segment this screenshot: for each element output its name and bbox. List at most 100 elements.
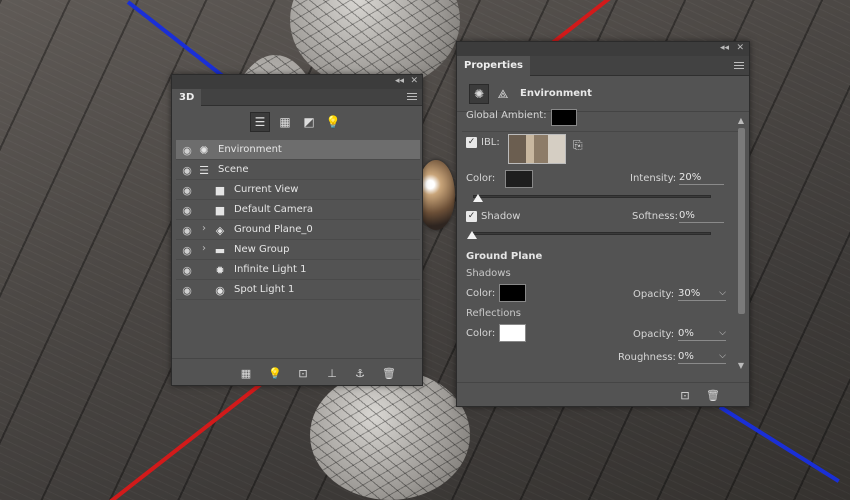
folder-icon: ▬: [214, 243, 226, 257]
shadows-opacity-label: Opacity:: [633, 289, 675, 300]
layer-label: Environment: [218, 144, 282, 155]
layer-label: New Group: [234, 244, 290, 255]
intensity-field[interactable]: 20%: [679, 172, 724, 185]
layer-row[interactable]: ◉ ☰ Scene: [176, 160, 420, 180]
properties-bottom-bar: ⊡ 🗑: [457, 382, 749, 406]
materials-filter-icon[interactable]: ◩: [299, 112, 319, 132]
add-mesh-icon[interactable]: ▦: [238, 365, 254, 381]
environment-icon: ✺: [199, 143, 209, 157]
visibility-eye-icon[interactable]: ◉: [178, 280, 196, 300]
roughness-value: 0%: [678, 351, 694, 362]
chevron-down-icon: ⌵: [719, 351, 726, 361]
global-ambient-swatch[interactable]: [551, 109, 577, 126]
scroll-down-icon[interactable]: ▼: [736, 361, 746, 370]
visibility-eye-icon[interactable]: ◉: [178, 220, 196, 240]
tab-3d[interactable]: 3D: [172, 89, 202, 106]
3d-panel-titlebar[interactable]: ◂◂ ✕: [172, 75, 422, 89]
chevron-down-icon: ⌵: [719, 328, 726, 338]
reflections-opacity-dropdown[interactable]: 0% ⌵: [678, 328, 726, 341]
whole-scene-filter-icon[interactable]: ☰: [250, 112, 270, 132]
expand-chevron-icon[interactable]: ›: [202, 243, 206, 254]
ibl-label: IBL:: [481, 137, 500, 148]
blue-axis-line-lower: [718, 405, 840, 483]
3d-panel: ◂◂ ✕ 3D ☰ ▦ ◩ 💡 ◉ ✺ Environment ◉ ☰ Scene ◉ ■ Cu…: [171, 74, 423, 386]
visibility-eye-icon[interactable]: ◉: [178, 200, 196, 220]
trash-icon[interactable]: 🗑: [705, 387, 721, 403]
layer-row[interactable]: ◉ ◉ Spot Light 1: [176, 280, 420, 300]
section-title: Environment: [520, 88, 592, 99]
visibility-eye-icon[interactable]: ◉: [178, 140, 196, 160]
properties-scrollbar[interactable]: ▲ ▼: [736, 116, 746, 374]
edit-texture-icon[interactable]: ⎘: [573, 138, 583, 153]
shadow-checkbox[interactable]: ✓: [466, 211, 477, 222]
red-axis-line-lower: [108, 377, 269, 500]
ibl-color-swatch[interactable]: [505, 170, 533, 188]
shadows-color-label: Color:: [466, 288, 496, 299]
panel-menu-icon[interactable]: [734, 62, 744, 70]
collapse-icon[interactable]: ◂◂: [395, 76, 404, 86]
add-light-icon[interactable]: 💡: [267, 365, 283, 381]
intensity-slider-thumb[interactable]: [472, 194, 483, 202]
shadows-opacity-dropdown[interactable]: 30% ⌵: [678, 288, 726, 301]
visibility-eye-icon[interactable]: ◉: [178, 180, 196, 200]
layer-row[interactable]: ◉ › ◈ Ground Plane_0: [176, 220, 420, 240]
collapse-icon[interactable]: ◂◂: [720, 43, 729, 53]
visibility-eye-icon[interactable]: ◉: [178, 260, 196, 280]
constraint-icon[interactable]: ⚓: [352, 365, 368, 381]
layer-row[interactable]: ◉ ■ Default Camera: [176, 200, 420, 220]
properties-titlebar[interactable]: ◂◂ ✕: [457, 42, 749, 56]
shadows-color-swatch[interactable]: [499, 284, 526, 302]
ibl-color-label: Color:: [466, 173, 496, 184]
close-icon[interactable]: ✕: [736, 43, 744, 53]
reflections-color-label: Color:: [466, 328, 496, 339]
camera-icon: ■: [214, 183, 226, 197]
ground-plane-heading: Ground Plane: [466, 251, 543, 262]
layer-row[interactable]: ◉ ✹ Infinite Light 1: [176, 260, 420, 280]
divider: [462, 131, 740, 132]
layer-row[interactable]: ◉ › ▬ New Group: [176, 240, 420, 260]
reflections-color-swatch[interactable]: [499, 324, 526, 342]
3d-layer-list: ◉ ✺ Environment ◉ ☰ Scene ◉ ■ Current View ◉ ■ Defa…: [176, 140, 420, 300]
render-icon[interactable]: ⊡: [295, 365, 311, 381]
reflections-label: Reflections: [466, 308, 521, 319]
softness-field[interactable]: 0%: [679, 210, 724, 223]
roughness-dropdown[interactable]: 0% ⌵: [678, 351, 726, 364]
ibl-image-thumbnail[interactable]: [508, 134, 566, 164]
3d-panel-bottom-bar: ▦ 💡 ⊡ ⊥ ⚓ 🗑: [172, 358, 422, 385]
global-ambient-label: Global Ambient:: [466, 110, 547, 121]
shadows-opacity-value: 30%: [678, 288, 701, 299]
visibility-eye-icon[interactable]: ◉: [178, 240, 196, 260]
layer-label: Spot Light 1: [234, 284, 295, 295]
properties-panel: ◂◂ ✕ Properties ✺ ⟁ Environment Global A…: [456, 41, 750, 407]
softness-slider-thumb[interactable]: [467, 231, 477, 239]
panel-menu-icon[interactable]: [407, 93, 417, 101]
layer-label: Scene: [218, 164, 249, 175]
camera-icon: ■: [214, 203, 226, 217]
stone-letter-bottom: [310, 370, 470, 500]
close-icon[interactable]: ✕: [410, 76, 418, 86]
visibility-eye-icon[interactable]: ◉: [178, 160, 196, 180]
intensity-label: Intensity:: [630, 173, 677, 184]
trash-icon[interactable]: 🗑: [381, 365, 397, 381]
roughness-label: Roughness:: [618, 352, 676, 363]
layer-row[interactable]: ◉ ✺ Environment: [176, 140, 420, 160]
layer-row[interactable]: ◉ ■ Current View: [176, 180, 420, 200]
intensity-slider-track[interactable]: [473, 195, 711, 198]
lights-filter-icon[interactable]: 💡: [323, 112, 343, 132]
scrollbar-thumb[interactable]: [738, 128, 745, 314]
tab-properties[interactable]: Properties: [457, 56, 530, 76]
ibl-checkbox[interactable]: ✓: [466, 137, 477, 148]
infinite-light-icon: ✹: [215, 263, 225, 277]
meshes-filter-icon[interactable]: ▦: [275, 112, 295, 132]
3d-filter-bar: ☰ ▦ ◩ 💡: [172, 106, 422, 138]
reflections-opacity-value: 0%: [678, 328, 694, 339]
render-icon[interactable]: ⊡: [677, 387, 693, 403]
scroll-up-icon[interactable]: ▲: [736, 116, 746, 125]
blue-axis-line: [126, 0, 224, 78]
expand-chevron-icon[interactable]: ›: [202, 223, 206, 234]
scene-coordinates-icon[interactable]: ⟁: [493, 84, 513, 104]
environment-icon[interactable]: ✺: [469, 84, 489, 104]
softness-slider-track[interactable]: [473, 232, 711, 235]
drop-to-ground-icon[interactable]: ⊥: [324, 365, 340, 381]
layer-label: Default Camera: [234, 204, 313, 215]
